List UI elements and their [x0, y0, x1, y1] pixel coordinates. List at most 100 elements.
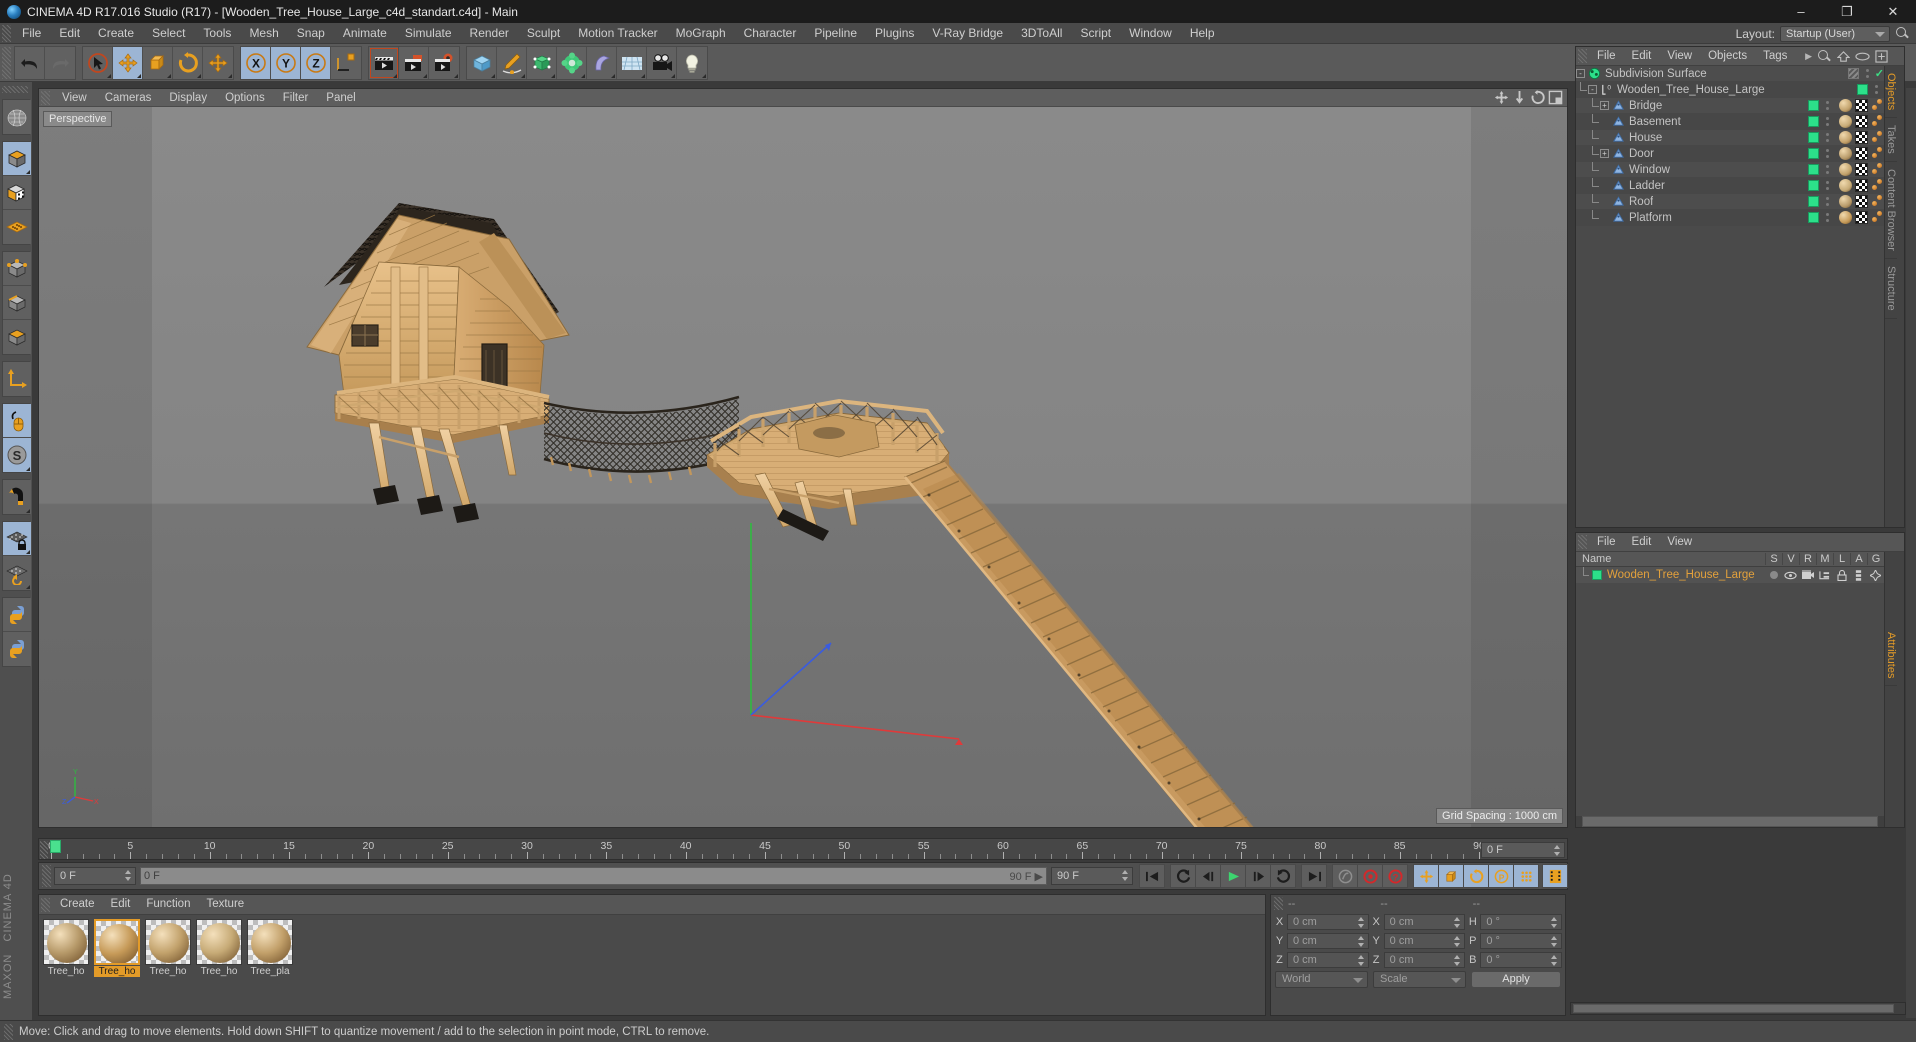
toolbar-grip[interactable]: [2, 46, 11, 79]
go-to-start-button[interactable]: [1139, 864, 1165, 888]
spinner-icon[interactable]: [1454, 954, 1461, 966]
position-key-button[interactable]: [1413, 864, 1439, 888]
material-swatch-0[interactable]: Tree_ho: [43, 919, 89, 977]
autokeying-button[interactable]: [1332, 864, 1358, 888]
material-tag-icon[interactable]: [1839, 99, 1852, 112]
visibility-swatch[interactable]: [1808, 180, 1819, 191]
go-to-end-button[interactable]: [1301, 864, 1327, 888]
visibility-dots[interactable]: [1823, 179, 1832, 193]
manager-toggle-icon[interactable]: [1816, 570, 1833, 580]
visibility-dots[interactable]: [1823, 147, 1832, 161]
camera-button[interactable]: [647, 46, 677, 79]
object-row-ladder[interactable]: Ladder: [1576, 177, 1884, 194]
record-active-objects-button[interactable]: [1357, 864, 1383, 888]
minimize-button[interactable]: –: [1778, 0, 1824, 23]
add-layer-icon[interactable]: [1875, 50, 1888, 63]
rotation-key-button[interactable]: [1463, 864, 1489, 888]
soft-selection-button[interactable]: S: [3, 438, 31, 472]
object-row-basement[interactable]: Basement: [1576, 113, 1884, 130]
selection-tag-icon[interactable]: [1871, 211, 1884, 224]
material-manager-menu-texture[interactable]: Texture: [198, 895, 252, 914]
material-list[interactable]: Tree_ho Tree_ho Tree_ho Tree_ho Tree_pla: [43, 919, 293, 977]
light-button[interactable]: [677, 46, 707, 79]
rotation-p-field[interactable]: 0 °: [1480, 932, 1563, 949]
viewport-canvas[interactable]: Perspective Grid Spacing : 1000 cm Y X Z: [39, 107, 1567, 827]
step-forward-button[interactable]: [1245, 864, 1271, 888]
timeline-ruler-end-field[interactable]: 0 F: [1481, 842, 1565, 858]
visibility-swatch[interactable]: [1847, 68, 1859, 79]
menu-window[interactable]: Window: [1120, 23, 1181, 44]
object-manager-menu-objects[interactable]: Objects: [1700, 47, 1755, 66]
object-tree[interactable]: - Subdivision Surface ✓ -0 Wooden_Tree_House…: [1576, 66, 1884, 527]
edge-mode-button[interactable]: [3, 286, 31, 320]
selection-tag-icon[interactable]: [1871, 131, 1884, 144]
material-tag-icon[interactable]: [1839, 115, 1852, 128]
dolly-viewport-icon[interactable]: [1512, 90, 1527, 105]
attribute-row[interactable]: Wooden_Tree_House_Large: [1576, 567, 1884, 583]
menu-grip[interactable]: [2, 24, 11, 42]
rotate-tool-button[interactable]: [173, 46, 203, 79]
object-row-house[interactable]: House: [1576, 129, 1884, 146]
enabled-check-icon[interactable]: ✓: [1875, 67, 1884, 80]
maximize-button[interactable]: ❐: [1824, 0, 1870, 23]
visibility-swatch[interactable]: [1808, 148, 1819, 159]
close-button[interactable]: ✕: [1870, 0, 1916, 23]
layout-select[interactable]: Startup (User): [1780, 25, 1890, 42]
object-expander[interactable]: +: [1600, 149, 1609, 158]
side-tab-attributes[interactable]: Attributes: [1885, 552, 1897, 687]
parameter-key-button[interactable]: P: [1488, 864, 1514, 888]
spinner-icon[interactable]: [1551, 916, 1558, 928]
position-x-field[interactable]: 0 cm: [1287, 913, 1369, 930]
menu-create[interactable]: Create: [89, 23, 143, 44]
visibility-swatch[interactable]: [1808, 164, 1819, 175]
position-z-field[interactable]: 0 cm: [1287, 951, 1369, 968]
material-preview[interactable]: [94, 919, 140, 965]
spinner-icon[interactable]: [125, 870, 132, 881]
object-expander[interactable]: -: [1588, 85, 1597, 94]
go-up-icon[interactable]: [1837, 50, 1850, 63]
uv-tag-icon[interactable]: [1855, 195, 1868, 208]
selection-tag-icon[interactable]: [1871, 179, 1884, 192]
visibility-dots[interactable]: [1823, 195, 1832, 209]
material-preview[interactable]: [145, 919, 191, 965]
workplane-mode-button[interactable]: [3, 210, 31, 244]
end-frame-field[interactable]: 90 F: [1051, 867, 1133, 885]
attribute-scrollbar[interactable]: [1576, 816, 1884, 827]
viewport-menu-grip[interactable]: [41, 90, 50, 105]
go-to-next-key-button[interactable]: [1270, 864, 1296, 888]
menu-character[interactable]: Character: [735, 23, 806, 44]
object-manager-menu-view[interactable]: View: [1659, 47, 1700, 66]
attribute-manager-grip[interactable]: [1578, 535, 1587, 549]
menu-snap[interactable]: Snap: [288, 23, 334, 44]
viewport-menu-options[interactable]: Options: [216, 89, 274, 107]
object-manager-menu-tags[interactable]: Tags: [1755, 47, 1795, 66]
step-back-button[interactable]: [1195, 864, 1221, 888]
visibility-dots[interactable]: [1823, 115, 1832, 129]
menu-select[interactable]: Select: [143, 23, 194, 44]
polygon-mode-button[interactable]: [3, 320, 31, 354]
enable-snapping-cursor-button[interactable]: [3, 404, 31, 438]
menu-file[interactable]: File: [13, 23, 50, 44]
uv-tag-icon[interactable]: [1855, 179, 1868, 192]
object-expander[interactable]: -: [1576, 69, 1585, 78]
layer-color-swatch[interactable]: [1592, 570, 1602, 580]
spinner-icon[interactable]: [1454, 916, 1461, 928]
viewport-menu-panel[interactable]: Panel: [317, 89, 364, 107]
material-preview[interactable]: [43, 919, 89, 965]
side-tab-content-browser[interactable]: Content Browser: [1885, 162, 1897, 259]
attribute-manager-menu-file[interactable]: File: [1589, 533, 1624, 552]
material-tag-icon[interactable]: [1839, 211, 1852, 224]
texture-mode-button[interactable]: [3, 176, 31, 210]
viewport-menu-display[interactable]: Display: [160, 89, 216, 107]
material-manager-menu-edit[interactable]: Edit: [103, 895, 139, 914]
menu-sculpt[interactable]: Sculpt: [518, 23, 569, 44]
python-script-button[interactable]: [3, 598, 31, 632]
visibility-dots[interactable]: [1823, 131, 1832, 145]
overflow-arrow-icon[interactable]: ▶: [1805, 51, 1812, 62]
render-toggle-icon[interactable]: [1799, 570, 1816, 580]
side-tab-structure[interactable]: Structure: [1885, 259, 1897, 319]
visibility-swatch[interactable]: [1808, 196, 1819, 207]
apply-button[interactable]: Apply: [1471, 970, 1561, 988]
uv-tag-icon[interactable]: [1855, 147, 1868, 160]
selection-tag-icon[interactable]: [1871, 195, 1884, 208]
